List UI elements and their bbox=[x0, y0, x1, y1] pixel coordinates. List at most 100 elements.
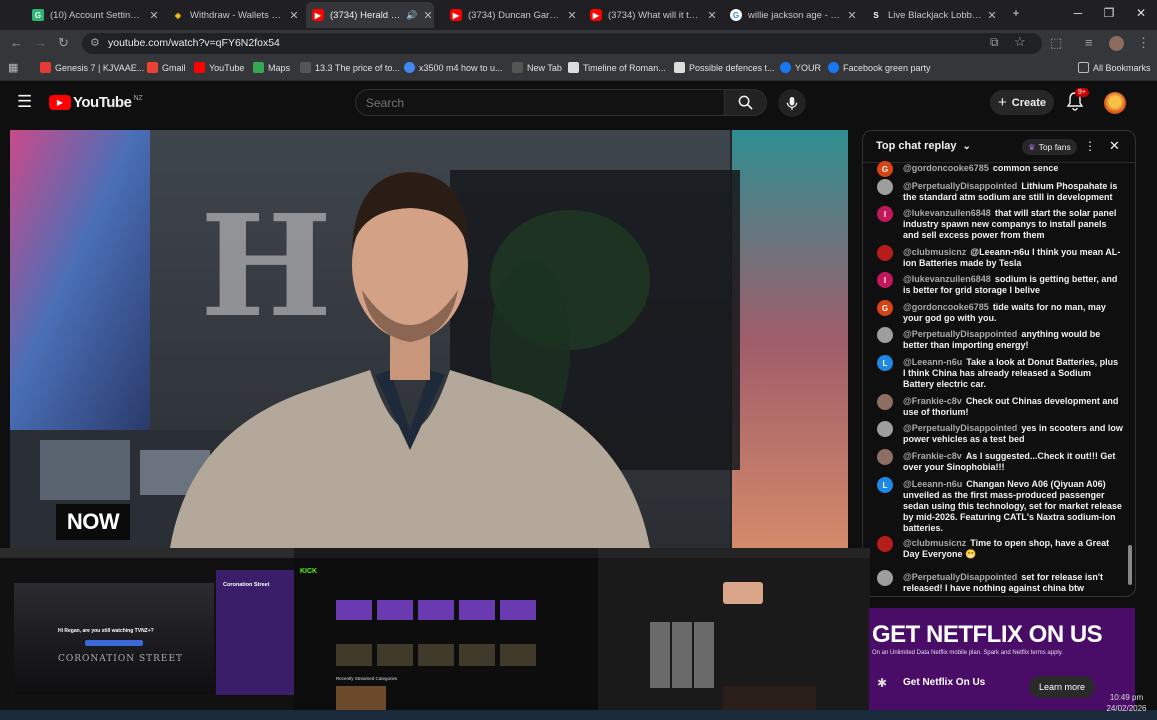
new-tab-plus-icon[interactable]: + bbox=[1006, 6, 1026, 20]
reload-icon[interactable]: ↻ bbox=[58, 35, 69, 51]
close-icon[interactable]: ✕ bbox=[288, 9, 300, 22]
chat-author-name[interactable]: @gordoncooke6785 bbox=[903, 163, 989, 173]
apps-grid-icon[interactable]: ▦ bbox=[8, 61, 18, 74]
video-player[interactable]: H NOW bbox=[10, 130, 848, 548]
chat-author-name[interactable]: @lukevanzuilen6848 bbox=[903, 274, 991, 284]
tab-duncan-garner[interactable]: ▶ (3734) Duncan Garner ✕ bbox=[450, 2, 578, 28]
bookmark-genesis[interactable]: Genesis 7 | KJVAAE... bbox=[40, 62, 144, 73]
bookmark-possible-defences[interactable]: Possible defences t... bbox=[674, 62, 775, 73]
bookmark-your[interactable]: YOUR bbox=[780, 62, 821, 73]
window-close-icon[interactable]: ✕ bbox=[1131, 6, 1151, 20]
preview-tvnz[interactable]: Coronation Street Hi Regan, are you stil… bbox=[0, 548, 294, 714]
close-icon[interactable]: ✕ bbox=[986, 9, 998, 22]
close-icon[interactable]: ✕ bbox=[422, 9, 434, 22]
forward-arrow-icon[interactable]: → bbox=[34, 35, 47, 50]
chat-author-name[interactable]: @PerpetuallyDisappointed bbox=[903, 423, 1017, 433]
chat-author-avatar[interactable] bbox=[877, 327, 893, 343]
search-button[interactable] bbox=[724, 89, 767, 116]
chat-author-avatar[interactable]: L bbox=[877, 477, 893, 493]
chat-author-name[interactable]: @PerpetuallyDisappointed bbox=[903, 181, 1017, 191]
chat-author-avatar[interactable] bbox=[877, 394, 893, 410]
site-info-icon[interactable]: ⚙ bbox=[90, 36, 100, 49]
chat-author-avatar[interactable] bbox=[877, 570, 893, 586]
chat-author-avatar[interactable] bbox=[877, 245, 893, 261]
system-clock[interactable]: 10:49 pm 24/02/2026 bbox=[1096, 692, 1157, 714]
youtube-logo[interactable]: ▶ YouTube NZ bbox=[49, 94, 143, 111]
chat-author-name[interactable]: @Frankie-c8v bbox=[903, 451, 962, 461]
tab-binance[interactable]: ◆ Withdraw - Wallets - Bin ✕ bbox=[172, 2, 300, 28]
preview-facebook[interactable] bbox=[598, 548, 870, 714]
maximize-icon[interactable]: ❐ bbox=[1099, 6, 1119, 20]
bookmark-star-icon[interactable]: ☆ bbox=[1014, 34, 1026, 50]
chat-author-name[interactable]: @Leeann-n6u bbox=[903, 479, 962, 489]
speaker-icon[interactable]: 🔊 bbox=[406, 10, 418, 21]
close-icon[interactable]: ✕ bbox=[566, 9, 578, 22]
chat-author-avatar[interactable] bbox=[877, 179, 893, 195]
back-arrow-icon[interactable]: ← bbox=[10, 35, 23, 50]
chat-author-avatar[interactable]: l bbox=[877, 206, 893, 222]
chat-author-avatar[interactable] bbox=[877, 449, 893, 465]
close-icon[interactable]: ✕ bbox=[148, 9, 160, 22]
url-text: youtube.com/watch?v=qFY6N2fox54 bbox=[108, 37, 280, 49]
stake-icon: S bbox=[873, 10, 879, 20]
voice-search-button[interactable] bbox=[778, 89, 806, 117]
chat-author-name[interactable]: @Leeann-n6u bbox=[903, 357, 962, 367]
chat-author-name[interactable]: @PerpetuallyDisappointed bbox=[903, 329, 1017, 339]
chat-author-avatar[interactable]: L bbox=[877, 355, 893, 371]
chat-message: @PerpetuallyDisappointed yes in scooters … bbox=[903, 423, 1123, 445]
learn-more-button[interactable]: Learn more bbox=[1029, 676, 1096, 698]
chat-scrollbar-thumb[interactable] bbox=[1128, 545, 1132, 585]
bookmark-youtube[interactable]: YouTube bbox=[194, 62, 244, 73]
create-button[interactable]: + Create bbox=[990, 90, 1054, 115]
bookmark-facebook-green-party[interactable]: Facebook green party bbox=[828, 62, 931, 73]
all-bookmarks[interactable]: All Bookmarks bbox=[1078, 62, 1151, 73]
bookmark-gmail[interactable]: Gmail bbox=[147, 62, 186, 73]
chat-author-name[interactable]: @clubmusicnz bbox=[903, 538, 966, 548]
chat-author-avatar[interactable]: l bbox=[877, 272, 893, 288]
tab-blackjack-lobby[interactable]: S Live Blackjack Lobby - Pl ✕ bbox=[870, 2, 998, 28]
chat-author-name[interactable]: @lukevanzuilen6848 bbox=[903, 208, 991, 218]
chat-author-name[interactable]: @gordoncooke6785 bbox=[903, 302, 989, 312]
menu-kebab-icon[interactable]: ⋮ bbox=[1137, 35, 1150, 51]
bookmark-timeline-roman[interactable]: Timeline of Roman... bbox=[568, 62, 666, 73]
bookmark-price-of[interactable]: 13.3 The price of to... bbox=[300, 62, 400, 73]
youtube-icon: ▶ bbox=[450, 9, 462, 21]
chat-author-avatar[interactable] bbox=[877, 536, 893, 552]
chat-scrollbar[interactable] bbox=[1127, 165, 1133, 595]
continue-watching-button[interactable] bbox=[85, 640, 143, 646]
bookmark-maps[interactable]: Maps bbox=[253, 62, 290, 73]
preview-kick[interactable]: KICK Recently Streamed Categories bbox=[294, 548, 598, 714]
coronation-watermark: CORONATION STREET bbox=[58, 654, 184, 664]
search-input[interactable] bbox=[356, 90, 724, 115]
media-icon[interactable]: ≡ bbox=[1085, 35, 1093, 50]
bookmark-new-tab[interactable]: New Tab bbox=[512, 62, 562, 73]
chat-author-avatar[interactable]: G bbox=[877, 161, 893, 177]
chat-author-avatar[interactable] bbox=[877, 421, 893, 437]
tab-account-settings[interactable]: G (10) Account Settings / S ✕ bbox=[32, 2, 160, 28]
profile-avatar[interactable] bbox=[1109, 36, 1124, 51]
notifications-button[interactable]: 9+ bbox=[1066, 88, 1089, 116]
bookmark-x3500[interactable]: x3500 m4 how to u... bbox=[404, 62, 503, 73]
chat-author-name[interactable]: @Frankie-c8v bbox=[903, 396, 962, 406]
extensions-icon[interactable]: ⬚ bbox=[1050, 35, 1062, 51]
chat-author-name[interactable]: @clubmusicnz bbox=[903, 247, 966, 257]
chat-author-avatar[interactable]: G bbox=[877, 300, 893, 316]
close-icon[interactable]: ✕ bbox=[706, 9, 718, 22]
chat-author-name[interactable]: @PerpetuallyDisappointed bbox=[903, 572, 1017, 582]
tab-google-search[interactable]: G willie jackson age - Goo ✕ bbox=[730, 2, 858, 28]
account-avatar[interactable] bbox=[1104, 92, 1126, 114]
tab-herald-now[interactable]: ▶ (3734) Herald NOW 🔊 ✕ bbox=[306, 2, 434, 28]
chat-more-kebab-icon[interactable]: ⋮ bbox=[1084, 139, 1096, 153]
hamburger-menu-icon[interactable]: ☰ bbox=[17, 92, 32, 112]
tab-what-will-it-take[interactable]: ▶ (3734) What will it take ✕ bbox=[590, 2, 718, 28]
close-icon[interactable]: ✕ bbox=[846, 9, 858, 22]
top-fans-button[interactable]: ♛ Top fans bbox=[1022, 139, 1077, 155]
install-app-icon[interactable]: ⧉ bbox=[990, 35, 999, 50]
maps-pin-icon bbox=[253, 62, 264, 73]
close-chat-icon[interactable]: ✕ bbox=[1109, 138, 1120, 154]
chat-mode-dropdown[interactable]: Top chat replay ⌄ bbox=[876, 140, 971, 152]
address-bar[interactable]: ⚙ youtube.com/watch?v=qFY6N2fox54 ⧉ ☆ bbox=[82, 33, 1042, 54]
search-box[interactable] bbox=[355, 89, 725, 116]
minimize-icon[interactable]: ─ bbox=[1068, 6, 1088, 20]
plus-icon: + bbox=[997, 94, 1007, 111]
